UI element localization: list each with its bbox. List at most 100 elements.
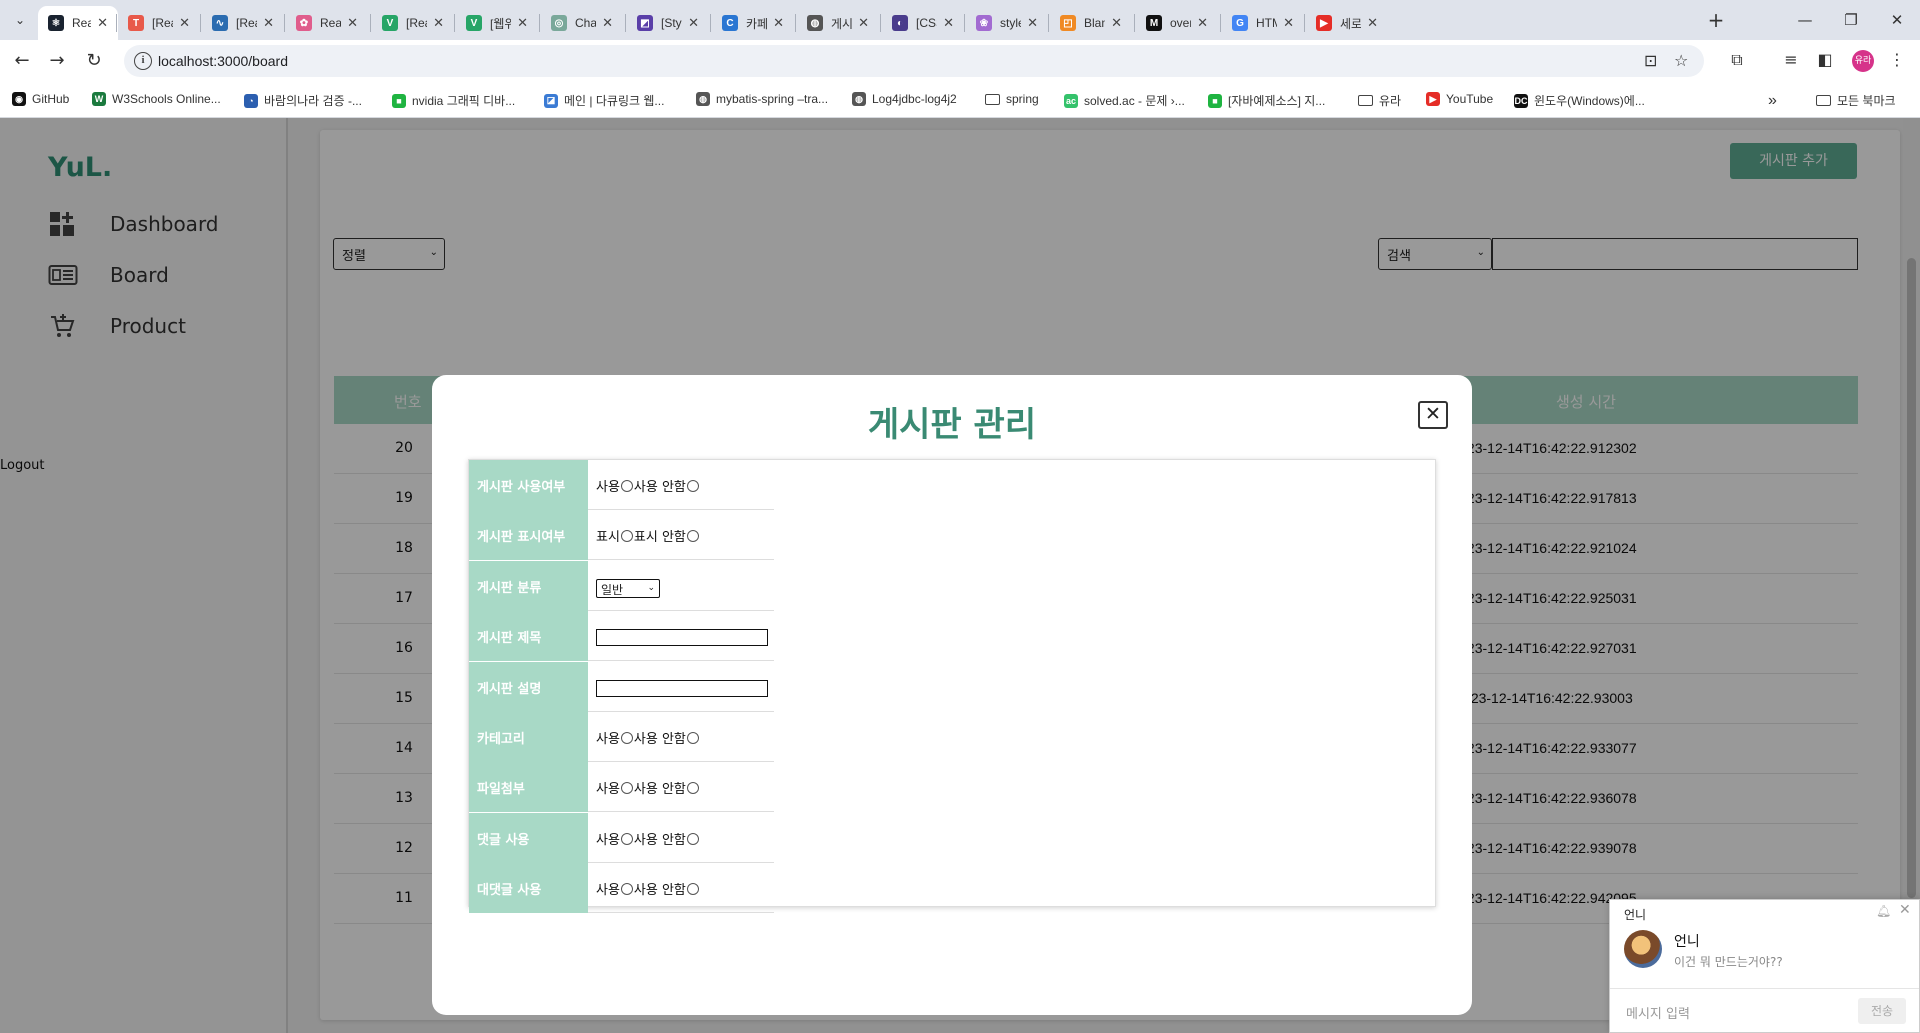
browser-tab[interactable]: V [React ✕: [372, 6, 454, 40]
bookmark-item[interactable]: DC 윈도우(Windows)에...: [1514, 92, 1645, 109]
tab-close-icon[interactable]: ✕: [858, 15, 869, 31]
bookmark-favicon-icon: DC: [1514, 93, 1528, 108]
chat-input[interactable]: 메시지 입력 전송: [1610, 988, 1919, 1033]
bell-icon[interactable]: 🔔︎: [1876, 904, 1891, 918]
tab-favicon-icon: ⚛: [48, 15, 64, 31]
bookmarks-overflow-icon[interactable]: »: [1768, 92, 1777, 110]
tab-close-icon[interactable]: ✕: [1283, 15, 1294, 31]
form-row: 게시판 제목: [469, 611, 774, 662]
radio-group: 사용 사용 안함: [596, 778, 700, 797]
tab-close-icon[interactable]: ✕: [517, 15, 528, 31]
send-button[interactable]: 전송: [1858, 998, 1906, 1024]
tab-close-icon[interactable]: ✕: [1027, 15, 1038, 31]
browser-tab[interactable]: G HTML ✕: [1222, 6, 1304, 40]
back-icon[interactable]: ←: [10, 49, 34, 73]
bookmark-label: solved.ac - 문제 ›...: [1084, 94, 1185, 108]
bookmark-item[interactable]: ■ [자바예제소스] 지...: [1208, 92, 1325, 109]
browser-tab[interactable]: C 카페2 ✕: [712, 6, 794, 40]
media-icon[interactable]: ≡: [1780, 50, 1802, 69]
radio-option-1[interactable]: [620, 530, 633, 543]
form-row: 카테고리 사용 사용 안함: [469, 712, 774, 762]
tab-close-icon[interactable]: ✕: [347, 15, 358, 31]
url-text[interactable]: localhost:3000/board: [158, 53, 288, 69]
browser-tab[interactable]: ◩ [Style ✕: [627, 6, 709, 40]
browser-tab[interactable]: Moverfl ✕: [1136, 6, 1218, 40]
bookmark-item[interactable]: spring: [985, 92, 1039, 106]
bookmark-item[interactable]: ◍ mybatis-spring –tra...: [696, 92, 828, 106]
minimize-icon[interactable]: —: [1790, 8, 1820, 32]
restore-icon[interactable]: ❐: [1836, 8, 1866, 32]
tab-favicon-icon: ∿: [212, 15, 228, 31]
tab-favicon-icon: V: [466, 15, 482, 31]
side-panel-icon[interactable]: ◧: [1814, 50, 1836, 69]
tab-separator: [880, 14, 881, 32]
radio-option-1[interactable]: [620, 832, 633, 845]
browser-tab[interactable]: ◐ [CSS] ✕: [882, 6, 964, 40]
tab-close-icon[interactable]: ✕: [179, 15, 190, 31]
folder-icon: [1358, 95, 1373, 106]
radio-option-2[interactable]: [686, 782, 699, 795]
text-input[interactable]: [596, 629, 768, 647]
install-app-icon[interactable]: ⊡: [1644, 51, 1657, 70]
more-menu-icon[interactable]: ⋮: [1886, 50, 1908, 69]
bookmark-item[interactable]: ac solved.ac - 문제 ›...: [1064, 92, 1185, 109]
browser-tab[interactable]: ✿ React ✕: [286, 6, 368, 40]
browser-tab[interactable]: ▶ 세로 ✕: [1306, 6, 1388, 40]
tab-close-icon[interactable]: ✕: [1367, 15, 1378, 31]
new-tab-button[interactable]: +: [1704, 8, 1728, 32]
tab-close-icon[interactable]: ✕: [688, 15, 699, 31]
browser-tab[interactable]: ◎ ChatG ✕: [541, 6, 623, 40]
category-select[interactable]: 일반 ⌄: [596, 578, 660, 598]
form-row: 댓글 사용 사용 사용 안함: [469, 812, 774, 863]
tab-close-icon[interactable]: ✕: [773, 15, 784, 31]
browser-tab[interactable]: ❀ styled ✕: [966, 6, 1048, 40]
radio-option-2[interactable]: [686, 530, 699, 543]
bookmark-item[interactable]: ◪ 메인 | 다큐링크 웹...: [544, 92, 664, 109]
bookmark-item[interactable]: W W3Schools Online...: [92, 92, 221, 106]
bookmark-item[interactable]: 유라: [1358, 92, 1401, 109]
radio-option-1[interactable]: [620, 732, 633, 744]
radio-option-2[interactable]: [686, 832, 699, 845]
tab-close-icon[interactable]: ✕: [1197, 15, 1208, 31]
browser-tab[interactable]: T [React ✕: [118, 6, 200, 40]
browser-tab[interactable]: ∿ [React ✕: [202, 6, 284, 40]
bookmark-label: W3Schools Online...: [112, 92, 221, 106]
profile-avatar[interactable]: 유라: [1852, 50, 1874, 72]
bookmark-item[interactable]: ◔ 바람의나라 검증 -...: [244, 92, 362, 109]
browser-tab[interactable]: V [웹위 ✕: [456, 6, 538, 40]
tab-close-icon[interactable]: ✕: [1111, 15, 1122, 31]
tab-title: [React: [236, 16, 257, 30]
radio-option-1[interactable]: [620, 883, 633, 896]
tab-close-icon[interactable]: ✕: [602, 15, 613, 31]
tab-search-chevron-icon[interactable]: ⌄: [8, 8, 32, 32]
browser-tab[interactable]: ◰ Blank ✕: [1050, 6, 1132, 40]
browser-tab[interactable]: ⚛ React ✕: [38, 6, 118, 40]
radio-option-2[interactable]: [686, 883, 699, 896]
tab-close-icon[interactable]: ✕: [433, 15, 444, 31]
radio-group: 사용 사용 안함: [596, 829, 700, 848]
radio-option-1[interactable]: [620, 782, 633, 795]
tab-close-icon[interactable]: ✕: [97, 15, 108, 31]
close-window-icon[interactable]: ✕: [1882, 8, 1912, 32]
browser-tab[interactable]: ◍ 게시판 ✕: [797, 6, 879, 40]
extensions-icon[interactable]: ⧉: [1726, 50, 1748, 70]
reload-icon[interactable]: ↻: [82, 49, 106, 73]
site-info-icon[interactable]: i: [134, 52, 152, 70]
bookmark-item[interactable]: ▶ YouTube: [1426, 92, 1493, 106]
bookmark-star-icon[interactable]: ☆: [1674, 51, 1688, 70]
all-bookmarks[interactable]: 모든 북마크: [1816, 92, 1896, 109]
close-icon[interactable]: ✕: [1899, 902, 1911, 918]
radio-option-2[interactable]: [686, 480, 699, 492]
forward-icon[interactable]: →: [45, 49, 69, 73]
text-input[interactable]: [596, 679, 768, 697]
address-bar[interactable]: i localhost:3000/board ⊡ ☆: [124, 45, 1704, 77]
radio-option-1[interactable]: [620, 480, 633, 492]
radio-label: 사용 안함: [633, 883, 686, 899]
close-icon[interactable]: ✕: [1418, 401, 1448, 429]
bookmark-item[interactable]: ◍ Log4jdbc-log4j2: [852, 92, 957, 106]
tab-close-icon[interactable]: ✕: [263, 15, 274, 31]
bookmark-item[interactable]: ■ nvidia 그래픽 디바...: [392, 92, 515, 109]
bookmark-item[interactable]: ◉ GitHub: [12, 92, 69, 106]
radio-option-2[interactable]: [686, 732, 699, 744]
tab-close-icon[interactable]: ✕: [943, 15, 954, 31]
